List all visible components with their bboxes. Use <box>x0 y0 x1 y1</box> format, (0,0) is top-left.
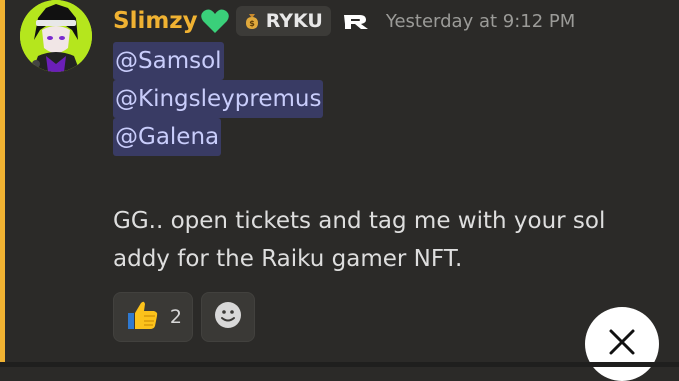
close-button[interactable] <box>585 307 659 381</box>
reaction-count: 2 <box>169 306 182 328</box>
avatar[interactable] <box>20 0 92 72</box>
add-reaction-button[interactable] <box>201 292 255 342</box>
money-bag-icon: $ <box>242 11 262 31</box>
message-header: Slimzy $ RYKU Yesterday at 9:12 PM <box>113 3 575 39</box>
server-tag-label: RYKU <box>265 10 323 32</box>
reaction-bar: 2 <box>113 292 255 342</box>
add-reaction-icon <box>213 300 243 334</box>
user-mention[interactable]: @Samsol <box>113 42 224 80</box>
user-mention[interactable]: @Kingsleypremus <box>113 80 324 118</box>
chat-message: Slimzy $ RYKU Yesterday at 9:12 PM @Sams… <box>0 0 679 367</box>
mention-list: @Samsol @Kingsleypremus @Galena <box>113 42 324 156</box>
user-mention[interactable]: @Galena <box>113 118 222 156</box>
bottom-edge <box>0 362 679 367</box>
thumbs-up-icon <box>124 297 160 337</box>
svg-text:$: $ <box>249 19 255 28</box>
server-tag[interactable]: $ RYKU <box>235 6 331 36</box>
timestamp: Yesterday at 9:12 PM <box>385 10 576 32</box>
close-icon <box>607 327 637 361</box>
raiku-logo-icon <box>341 6 371 36</box>
message-text: GG.. open tickets and tag me with your s… <box>113 208 606 272</box>
username[interactable]: Slimzy <box>113 8 198 34</box>
thumbs-up-reaction[interactable]: 2 <box>113 292 193 342</box>
green-heart-icon <box>200 7 230 35</box>
